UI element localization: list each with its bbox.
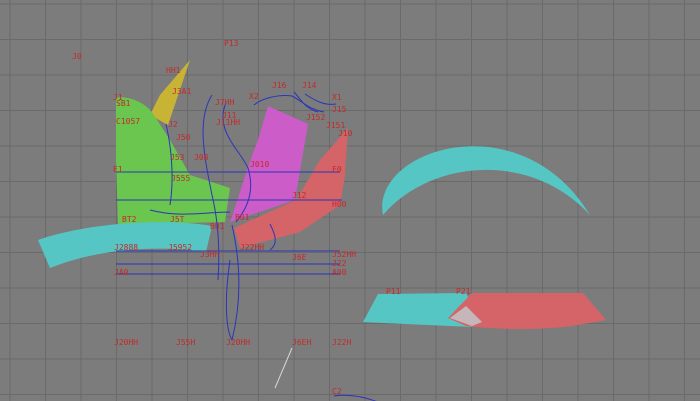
label-j22h: J22H: [332, 338, 351, 347]
label-j5952: J5952: [168, 243, 192, 252]
label-j15: J15: [332, 105, 347, 114]
label-j010: J010: [250, 160, 269, 169]
label-j7hh: J7HH: [215, 98, 234, 107]
label-j16: J16: [272, 81, 287, 90]
label-j2888: J2888: [114, 243, 138, 252]
label-j-cluster: J3A1: [172, 87, 191, 96]
label-sb1: SB1: [116, 99, 131, 108]
label-hh1: HH1: [166, 66, 181, 75]
label-j14: J14: [302, 81, 317, 90]
label-j0: J0: [72, 52, 82, 61]
label-ja0: JA0: [114, 268, 129, 277]
label-p21: P21: [456, 287, 471, 296]
label-j50: J50: [176, 133, 191, 142]
label-j55h: J55H: [176, 338, 195, 347]
pattern-canvas[interactable]: J0 P13 HH1 J1 SB1 C1057 J2 J50 J3A1 J7HH…: [0, 0, 700, 401]
label-j20hh: J20HH: [114, 338, 138, 347]
label-e1: E1: [113, 165, 123, 174]
label-j52hh: J52HH: [332, 250, 356, 259]
label-j11hh: J11HH: [216, 118, 240, 127]
label-j152: J152: [306, 113, 325, 122]
label-j6e: J6E: [292, 253, 307, 262]
label-j5t: J5T: [170, 215, 185, 224]
label-c1057: C1057: [116, 117, 140, 126]
label-j53: J53: [170, 153, 185, 162]
label-b01: B01: [235, 213, 250, 222]
label-bt2: BT2: [122, 215, 137, 224]
label-j20hh2: J20HH: [226, 338, 250, 347]
label-a00: A00: [332, 268, 347, 277]
label-j555: J555: [171, 174, 190, 183]
label-c2: C2: [332, 387, 342, 396]
label-j22: J22: [332, 259, 347, 268]
label-x2: X2: [249, 92, 259, 101]
label-j08: J08: [194, 153, 209, 162]
label-j2: J2: [168, 120, 178, 129]
label-j3hh: J3HH: [200, 250, 219, 259]
label-j22hh: J22HH: [240, 243, 264, 252]
label-x1: X1: [332, 93, 342, 102]
label-f0: F0: [332, 165, 342, 174]
label-bu1: BU1: [210, 222, 225, 231]
label-h00: H00: [332, 200, 347, 209]
label-j12: J12: [292, 191, 307, 200]
label-p11: P11: [386, 287, 401, 296]
label-p13: P13: [224, 39, 239, 48]
label-j10: J10: [338, 129, 353, 138]
label-j6eh: J6EH: [292, 338, 311, 347]
